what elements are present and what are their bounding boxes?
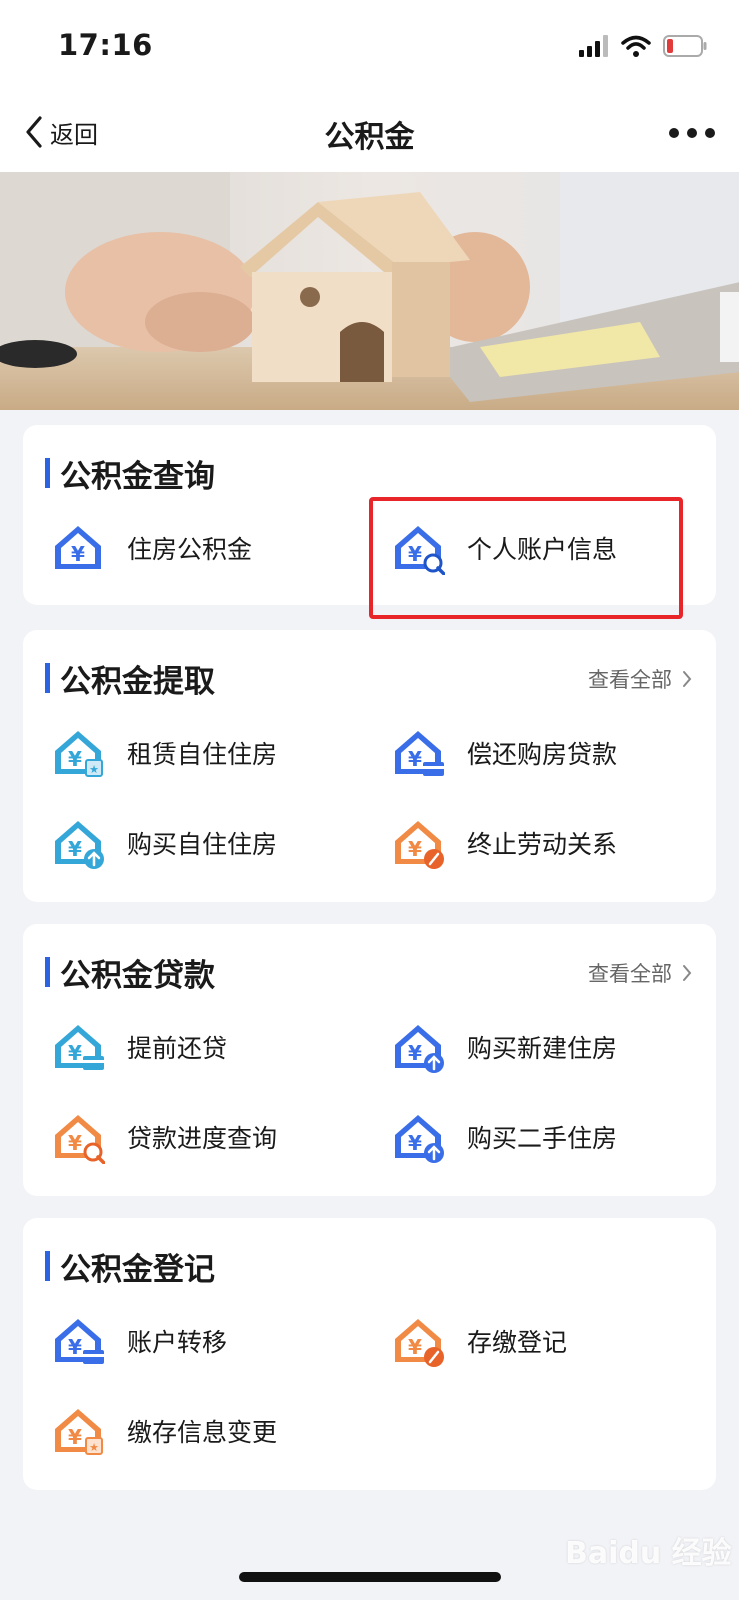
home-indicator[interactable] (239, 1572, 501, 1582)
house-yuan-star-icon: ¥ ★ (55, 731, 103, 777)
svg-text:¥: ¥ (68, 837, 82, 861)
item-label: 账户转移 (127, 1328, 228, 1357)
section-title: 公积金贷款 (60, 957, 215, 994)
house-yuan-card-icon: ¥ (395, 731, 444, 776)
svg-text:¥: ¥ (68, 1131, 82, 1155)
house-yuan-pen-icon: ¥ (395, 821, 444, 869)
more-dot-icon (669, 128, 679, 138)
house-yuan-icon: ¥ (55, 526, 101, 569)
status-time: 17:16 (58, 28, 153, 62)
wifi-icon (621, 35, 651, 57)
section-accent-bar (45, 1251, 50, 1281)
item-rent-housing[interactable]: ¥ ★ 租赁自住住房 (51, 724, 277, 782)
item-buy-own-housing[interactable]: ¥ 购买自住住房 (51, 814, 277, 872)
section-header: 公积金贷款 (45, 952, 215, 994)
house-yuan-search-icon: ¥ (55, 1115, 105, 1164)
item-deposit-info-change[interactable]: ¥ ★ 缴存信息变更 (51, 1402, 277, 1460)
section-title: 公积金提取 (60, 663, 215, 700)
chevron-right-icon (683, 965, 692, 981)
item-label: 购买自住住房 (127, 830, 278, 859)
view-all-label: 查看全部 (588, 962, 672, 986)
section-header: 公积金查询 (45, 453, 215, 495)
section-title: 公积金查询 (60, 458, 215, 495)
section-loan: 公积金贷款 查看全部 ¥ 提前还贷 ¥ 购买新建住房 ¥ 贷款进度查询 ¥ 购买… (23, 924, 716, 1196)
cellular-signal-icon (579, 35, 608, 57)
section-withdraw: 公积金提取 查看全部 ¥ ★ 租赁自住住房 ¥ 偿还购房贷款 ¥ 购买自住住房 … (23, 630, 716, 902)
svg-text:★: ★ (89, 1441, 99, 1454)
item-early-repayment[interactable]: ¥ 提前还贷 (51, 1018, 227, 1076)
item-loan-progress-query[interactable]: ¥ 贷款进度查询 (51, 1108, 277, 1166)
battery-low-icon (663, 35, 707, 57)
svg-text:¥: ¥ (408, 1041, 422, 1065)
svg-text:¥: ¥ (408, 837, 422, 861)
section-accent-bar (45, 957, 50, 987)
section-header: 公积金提取 (45, 658, 215, 700)
svg-text:¥: ¥ (408, 1131, 422, 1155)
view-all-link[interactable]: 查看全部 (588, 664, 692, 694)
item-deposit-registration[interactable]: ¥ 存缴登记 (391, 1312, 567, 1370)
view-all-link[interactable]: 查看全部 (588, 958, 692, 988)
svg-text:¥: ¥ (68, 1041, 82, 1065)
view-all-label: 查看全部 (588, 668, 672, 692)
house-yuan-card-icon: ¥ (55, 1319, 104, 1364)
item-label: 缴存信息变更 (127, 1418, 278, 1447)
svg-text:¥: ¥ (71, 542, 85, 566)
item-label: 住房公积金 (127, 535, 253, 564)
item-buy-new-housing[interactable]: ¥ 购买新建住房 (391, 1018, 617, 1076)
page-title: 公积金 (324, 120, 415, 155)
nav-bar: 返回 公积金 (0, 92, 739, 172)
status-icons (579, 30, 707, 62)
house-yuan-up-icon: ¥ (55, 821, 104, 869)
svg-text:¥: ¥ (68, 1425, 82, 1449)
item-label: 贷款进度查询 (127, 1124, 278, 1153)
more-dot-icon (687, 128, 697, 138)
section-header: 公积金登记 (45, 1246, 215, 1288)
item-label: 提前还贷 (127, 1034, 228, 1063)
chevron-right-icon (683, 671, 692, 687)
banner-image (0, 172, 739, 410)
item-label: 终止劳动关系 (467, 830, 618, 859)
item-label: 存缴登记 (467, 1328, 568, 1357)
item-housing-fund[interactable]: ¥ 住房公积金 (51, 519, 252, 577)
section-registration: 公积金登记 ¥ 账户转移 ¥ 存缴登记 ¥ ★ 缴存信息变更 (23, 1218, 716, 1490)
item-label: 购买新建住房 (467, 1034, 618, 1063)
house-yuan-pen-icon: ¥ (395, 1319, 444, 1367)
svg-text:¥: ¥ (408, 1335, 422, 1359)
house-yuan-star-icon: ¥ ★ (55, 1409, 103, 1455)
house-yuan-up-icon: ¥ (395, 1115, 444, 1163)
svg-text:¥: ¥ (68, 747, 82, 771)
item-account-transfer[interactable]: ¥ 账户转移 (51, 1312, 227, 1370)
svg-text:¥: ¥ (408, 747, 422, 771)
status-bar: 17:16 (0, 0, 739, 92)
item-label: 偿还购房贷款 (467, 740, 618, 769)
item-repay-mortgage[interactable]: ¥ 偿还购房贷款 (391, 724, 617, 782)
baidu-watermark: Baidu 经验 (565, 1536, 732, 1571)
highlight-annotation-box (369, 497, 683, 619)
item-terminate-employment[interactable]: ¥ 终止劳动关系 (391, 814, 617, 872)
section-title: 公积金登记 (60, 1251, 215, 1288)
house-yuan-up-icon: ¥ (395, 1025, 444, 1073)
item-label: 租赁自住住房 (127, 740, 278, 769)
more-dot-icon (705, 128, 715, 138)
more-menu-button[interactable] (669, 118, 715, 148)
svg-text:★: ★ (89, 763, 99, 776)
item-buy-second-hand-housing[interactable]: ¥ 购买二手住房 (391, 1108, 617, 1166)
section-accent-bar (45, 663, 50, 693)
svg-text:¥: ¥ (68, 1335, 82, 1359)
item-label: 购买二手住房 (467, 1124, 618, 1153)
house-yuan-card-icon: ¥ (55, 1025, 104, 1070)
section-accent-bar (45, 458, 50, 488)
